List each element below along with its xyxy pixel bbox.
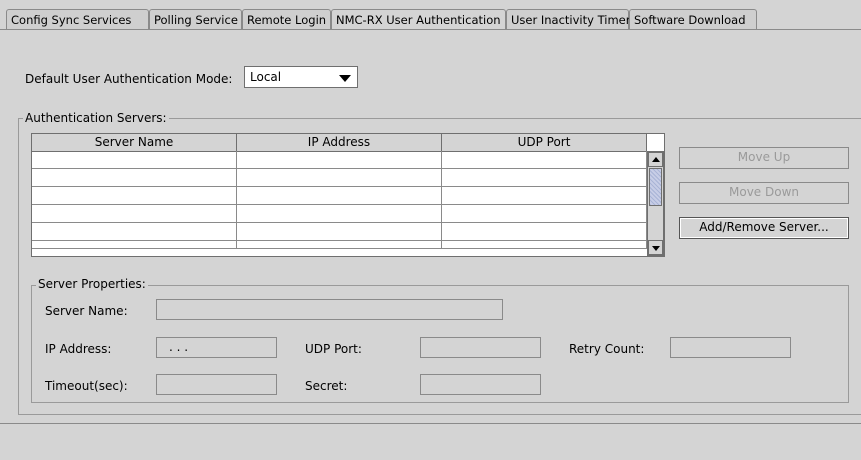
tab-label: Config Sync Services [11, 13, 132, 27]
servers-table: Server Name IP Address UDP Port [31, 133, 665, 257]
table-cell [32, 187, 237, 205]
tab-label: Remote Login [247, 13, 327, 27]
tab-label: Software Download [634, 13, 746, 27]
ip-address-field[interactable]: . . . [156, 337, 277, 358]
arrow-down-icon [652, 246, 660, 251]
table-cell [237, 151, 442, 169]
auth-servers-title: Authentication Servers: [23, 111, 169, 125]
table-cell [237, 223, 442, 241]
table-cell [32, 205, 237, 223]
secret-field[interactable] [420, 374, 541, 395]
table-row[interactable] [32, 223, 647, 241]
udp-port-label: UDP Port: [305, 342, 362, 356]
table-cell [32, 223, 237, 241]
table-cell [237, 169, 442, 187]
scroll-thumb[interactable] [649, 168, 662, 206]
secret-label: Secret: [305, 379, 348, 393]
table-cell [237, 187, 442, 205]
add-remove-server-button[interactable]: Add/Remove Server... [679, 217, 849, 239]
table-cell [442, 187, 647, 205]
table-row[interactable] [32, 187, 647, 205]
move-down-button[interactable]: Move Down [679, 182, 849, 204]
server-name-label: Server Name: [45, 304, 128, 318]
tab-label: NMC-RX User Authentication [336, 13, 501, 27]
table-vertical-scrollbar[interactable] [647, 151, 664, 256]
move-up-button[interactable]: Move Up [679, 147, 849, 169]
table-cell [32, 241, 237, 249]
table-header: Server Name IP Address UDP Port [32, 134, 647, 152]
table-cell [32, 169, 237, 187]
auth-mode-select[interactable]: Local [244, 66, 358, 88]
table-cell [442, 223, 647, 241]
tab-label: Polling Service [154, 13, 238, 27]
timeout-label: Timeout(sec): [45, 379, 128, 393]
timeout-field[interactable] [156, 374, 277, 395]
table-cell [442, 151, 647, 169]
table-cell [442, 241, 647, 249]
table-cell [442, 205, 647, 223]
table-row[interactable] [32, 241, 647, 249]
udp-port-field[interactable] [420, 337, 541, 358]
column-header-udp-port[interactable]: UDP Port [442, 134, 647, 151]
chevron-down-icon [339, 75, 351, 82]
table-row[interactable] [32, 205, 647, 223]
retry-count-label: Retry Count: [569, 342, 645, 356]
scroll-down-button[interactable] [648, 240, 663, 255]
table-cell [237, 241, 442, 249]
tab-user-inactivity-timer[interactable]: User Inactivity Timer [506, 9, 631, 29]
arrow-up-icon [652, 157, 660, 162]
tab-polling-service[interactable]: Polling Service [149, 9, 242, 29]
tab-software-download[interactable]: Software Download [629, 9, 757, 29]
auth-mode-label: Default User Authentication Mode: [25, 72, 233, 86]
table-row[interactable] [32, 151, 647, 169]
column-header-ip-address[interactable]: IP Address [237, 134, 442, 151]
table-row[interactable] [32, 169, 647, 187]
table-cell [442, 169, 647, 187]
server-properties-title: Server Properties: [36, 277, 148, 291]
tab-remote-login[interactable]: Remote Login [242, 9, 331, 29]
auth-mode-value: Local [250, 70, 282, 84]
table-cell [237, 205, 442, 223]
ip-address-label: IP Address: [45, 342, 112, 356]
column-header-server-name[interactable]: Server Name [32, 134, 237, 151]
tab-nmc-rx-user-authentication[interactable]: NMC-RX User Authentication [331, 9, 506, 29]
scroll-up-button[interactable] [648, 152, 663, 167]
retry-count-field[interactable] [670, 337, 791, 358]
tab-label: User Inactivity Timer [511, 13, 631, 27]
table-cell [32, 151, 237, 169]
server-name-field[interactable] [156, 299, 503, 320]
tab-config-sync-services[interactable]: Config Sync Services [6, 9, 149, 29]
